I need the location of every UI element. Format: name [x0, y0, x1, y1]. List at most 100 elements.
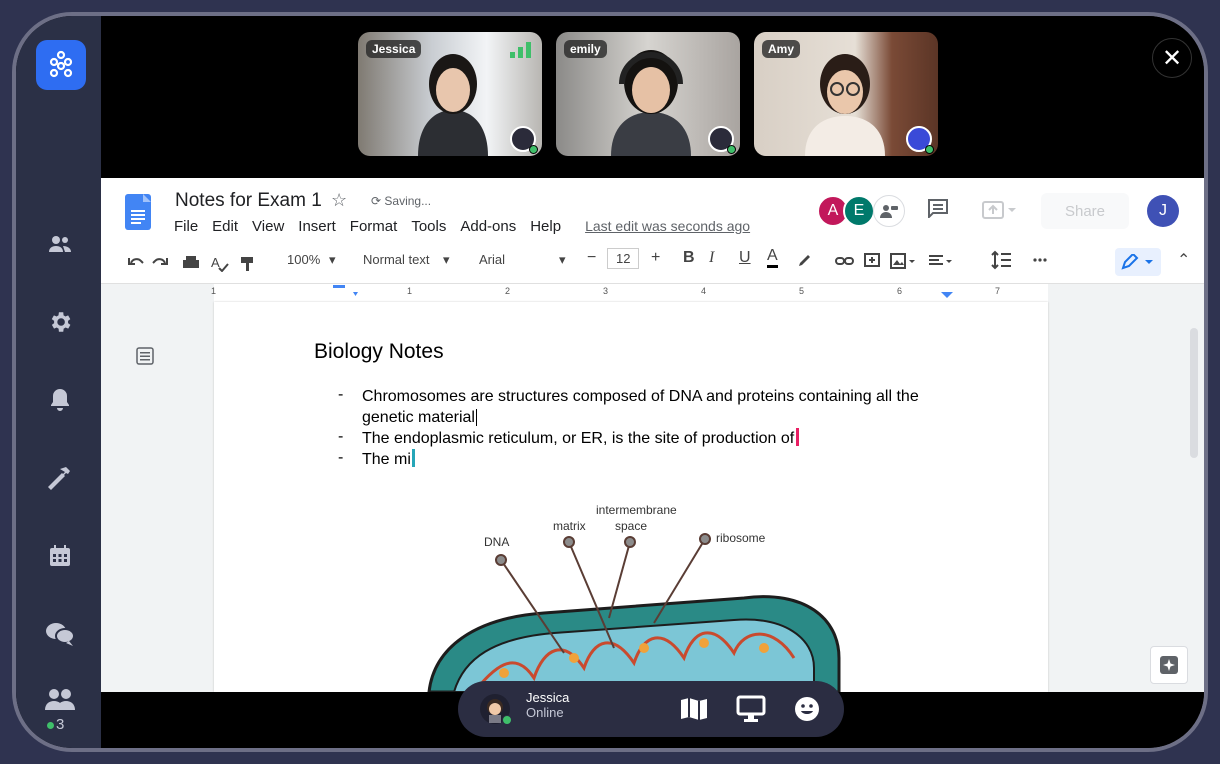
increase-size-button[interactable]: +: [651, 249, 660, 267]
style-select[interactable]: Normal text: [363, 252, 429, 267]
insert-icons[interactable]: [835, 252, 953, 270]
bold-button[interactable]: B: [683, 249, 695, 267]
map-icon[interactable]: [680, 697, 708, 721]
collaborator-cursor: [411, 449, 415, 467]
app-logo-icon[interactable]: [36, 40, 86, 90]
indent-marker-icon[interactable]: [331, 284, 361, 300]
signal-icon: [510, 42, 531, 58]
ruler-number: 4: [701, 286, 707, 296]
menu-edit[interactable]: Edit: [212, 218, 238, 235]
bullet-item[interactable]: The endoplasmic reticulum, or ER, is the…: [362, 428, 800, 449]
ruler-number: 7: [995, 286, 1001, 296]
doc-heading[interactable]: Biology Notes: [314, 340, 444, 364]
menu-insert[interactable]: Insert: [298, 218, 336, 235]
more-viewers-icon[interactable]: [873, 195, 905, 227]
people-icon[interactable]: [40, 224, 80, 264]
ruler-number: 5: [799, 286, 805, 296]
menu-tools[interactable]: Tools: [411, 218, 446, 235]
line-spacing-more-icons[interactable]: [991, 250, 1051, 270]
close-icon: ✕: [1161, 44, 1183, 72]
bullet-line-text: The mi: [362, 451, 411, 468]
online-dot: [47, 722, 54, 729]
online-dot: [502, 715, 512, 725]
menu-format[interactable]: Format: [350, 218, 398, 235]
comment-icon[interactable]: [927, 198, 949, 223]
text-cursor: [475, 409, 477, 426]
doc-page[interactable]: Biology Notes - Chromosomes are structur…: [214, 302, 1048, 692]
chevron-down-icon: ▾: [329, 252, 336, 267]
zoom-select[interactable]: 100%: [287, 252, 320, 267]
docs-logo-icon[interactable]: [125, 194, 151, 230]
collaborator-avatar[interactable]: E: [843, 195, 875, 227]
undo-redo-print-icons[interactable]: A: [125, 254, 257, 272]
horizontal-ruler: 1 1 2 3 4 5 6 7: [101, 284, 1204, 302]
participant-name: emily: [564, 40, 607, 58]
share-button[interactable]: Share: [1041, 193, 1129, 229]
bullet-line-text: The endoplasmic reticulum, or ER, is the…: [362, 430, 795, 447]
hammer-icon[interactable]: [40, 458, 80, 498]
menu-bar: File Edit View Insert Format Tools Add-o…: [174, 218, 764, 235]
emoji-icon[interactable]: [794, 696, 820, 722]
participant-name: Jessica: [366, 40, 422, 58]
collaborator-cursor: [796, 428, 800, 446]
gear-icon[interactable]: [40, 302, 80, 342]
ruler-number: 1: [211, 286, 217, 296]
italic-button[interactable]: I: [709, 249, 714, 267]
label-space: space: [615, 519, 647, 533]
underline-button[interactable]: U: [739, 249, 751, 267]
screen-share-icon[interactable]: [736, 695, 766, 723]
close-button[interactable]: ✕: [1152, 38, 1192, 78]
font-select[interactable]: Arial: [479, 252, 505, 267]
ruler-number: 6: [897, 286, 903, 296]
saving-text: Saving...: [384, 194, 432, 208]
label-ribosome: ribosome: [716, 531, 766, 545]
explore-icon: [1160, 656, 1178, 674]
font-size-input[interactable]: 12: [607, 248, 640, 269]
menu-help[interactable]: Help: [530, 218, 561, 235]
user-controls-pill: Jessica Online: [458, 681, 844, 737]
bullet-item[interactable]: Chromosomes are structures composed of D…: [362, 386, 919, 428]
outline-icon[interactable]: [135, 346, 155, 366]
online-count: 3: [56, 716, 65, 733]
saving-status: ⟳ Saving...: [371, 194, 431, 208]
menu-addons[interactable]: Add-ons: [460, 218, 516, 235]
decrease-size-button[interactable]: −: [587, 249, 596, 267]
doc-title[interactable]: Notes for Exam 1: [175, 190, 322, 212]
account-avatar[interactable]: J: [1147, 195, 1179, 227]
bullet-line: genetic material: [362, 407, 919, 428]
last-edit-link[interactable]: Last edit was seconds ago: [585, 218, 750, 235]
menu-file[interactable]: File: [174, 218, 198, 235]
highlight-icon[interactable]: [797, 252, 811, 268]
video-tile-emily[interactable]: emily: [556, 32, 740, 156]
chat-icon[interactable]: [40, 614, 80, 654]
explore-button[interactable]: [1150, 646, 1188, 684]
participant-name: Amy: [762, 40, 801, 58]
user-status: Online: [526, 705, 564, 720]
right-indent-marker-icon[interactable]: [941, 290, 953, 300]
ruler-number: 3: [603, 286, 609, 296]
bell-icon[interactable]: [40, 380, 80, 420]
bullet-line: Chromosomes are structures composed of D…: [362, 388, 919, 405]
app-window: 3 Jessica emily Amy ✕ Notes for Exam 1 ☆…: [16, 16, 1204, 748]
calendar-icon[interactable]: [40, 536, 80, 576]
bullet-item[interactable]: The mi: [362, 449, 415, 470]
menu-view[interactable]: View: [252, 218, 284, 235]
chevron-down-icon: ▾: [443, 252, 450, 267]
online-dot: [727, 145, 736, 154]
ruler-number: 2: [505, 286, 511, 296]
text-color-button[interactable]: A: [767, 247, 778, 268]
svg-text:A: A: [211, 255, 220, 270]
chevron-up-icon[interactable]: ⌃: [1177, 250, 1190, 270]
video-tile-amy[interactable]: Amy: [754, 32, 938, 156]
online-dot: [529, 145, 538, 154]
scrollbar[interactable]: [1190, 328, 1198, 458]
editing-mode-button[interactable]: [1115, 248, 1161, 276]
mitochondria-diagram[interactable]: DNA matrix intermembrane space ribosome: [414, 498, 854, 692]
star-icon[interactable]: ☆: [331, 190, 347, 211]
label-intermembrane: intermembrane: [596, 503, 677, 517]
format-toolbar: A 100% ▾ Normal text ▾ Arial ▾ − 12 + B …: [101, 240, 1204, 284]
video-tile-jessica[interactable]: Jessica: [358, 32, 542, 156]
present-icon[interactable]: [981, 200, 1017, 225]
participants-icon[interactable]: [40, 680, 80, 720]
bullet-dash: -: [338, 449, 344, 466]
